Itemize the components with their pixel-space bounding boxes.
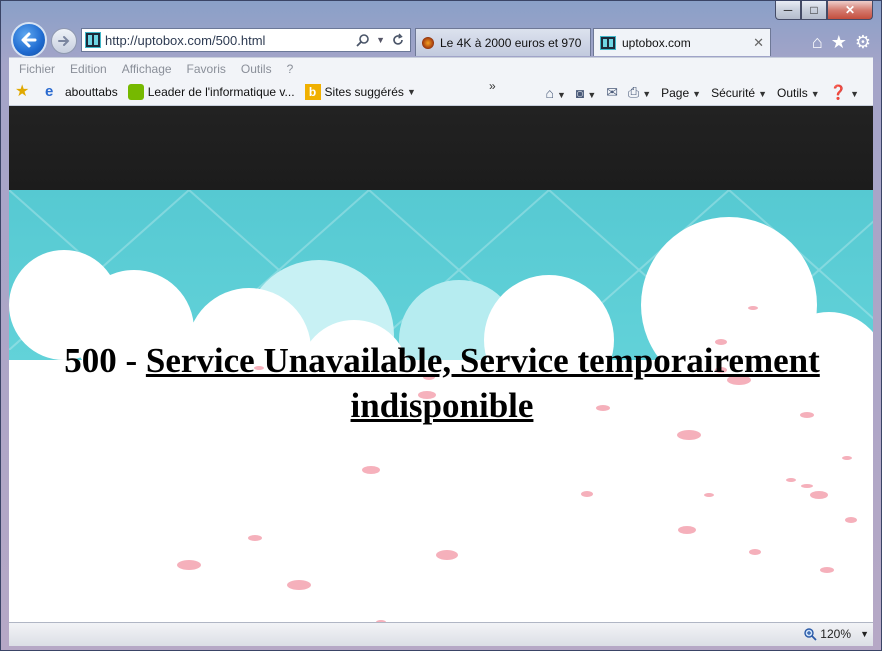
mail-command-button[interactable]: ✉ [606,84,618,101]
bing-icon: b [304,84,321,100]
window-controls: ─ □ ✕ [775,1,873,21]
gear-icon[interactable]: ⚙ [855,32,871,53]
home-icon: ⌂ [545,84,554,101]
forward-arrow-icon [58,36,70,46]
help-menu-button[interactable]: ❓ ▼ [830,84,859,101]
browser-right-icons: ⌂ ★ ⚙ [812,32,871,53]
address-dropdown-icon[interactable]: ▼ [376,35,385,45]
favorite-abouttabs[interactable]: e abouttabs [45,84,118,100]
menu-favoris[interactable]: Favoris [187,62,226,76]
navigation-row: http://uptobox.com/500.html ▼ Le 4K à 20… [1,19,881,58]
tab-favicon-icon [422,36,434,49]
address-tools: ▼ [356,33,410,47]
page-menu-label: Page [661,85,690,100]
minimize-button[interactable]: ─ [775,1,801,20]
close-tab-icon[interactable]: ✕ [753,35,764,51]
url-text[interactable]: http://uptobox.com/500.html [105,33,356,48]
favorites-add-star-icon: ★ [15,83,30,100]
maximize-button[interactable]: □ [801,1,827,20]
print-command-button[interactable]: ⎙ ▼ [628,84,651,101]
chevron-down-icon: ▼ [587,89,597,100]
tab-uptobox[interactable]: uptobox.com ✕ [593,28,771,56]
tools-menu-label: Outils [777,85,808,100]
menu-fichier[interactable]: Fichier [19,62,55,76]
page-menu-button[interactable]: Page ▼ [661,86,701,100]
nvidia-icon [127,84,144,100]
favorite-leader[interactable]: Leader de l'informatique v... [127,84,295,100]
menu-help[interactable]: ? [287,62,294,76]
favorite-label: Sites suggérés [324,85,404,99]
security-menu-button[interactable]: Sécurité ▼ [711,86,767,100]
tools-menu-button[interactable]: Outils ▼ [777,86,820,100]
chevron-down-icon: ▼ [692,88,702,99]
browser-window: ─ □ ✕ http://uptobox.com/500.html ▼ Le 4… [0,0,882,651]
forward-button[interactable] [51,28,77,54]
favorite-label: Leader de l'informatique v... [147,85,295,99]
zoom-magnifier-icon [804,627,817,641]
zoom-control[interactable]: 120% [804,627,851,641]
favorites-star-icon[interactable]: ★ [831,32,847,53]
page-content: 500 - Service Unavailable, Service tempo… [9,106,873,622]
close-window-button[interactable]: ✕ [827,1,873,20]
site-favicon [85,32,101,48]
favorite-label: abouttabs [65,85,118,99]
site-header [9,106,873,190]
search-icon[interactable] [356,33,370,47]
feeds-command-button[interactable]: ◙ ▼ [576,85,596,101]
add-favorites-button[interactable]: ★ [15,84,35,100]
menu-edition[interactable]: Edition [70,62,107,76]
chevron-down-icon: ▼ [556,89,566,100]
tab-label: Le 4K à 2000 euros et 970 ... [440,35,584,50]
help-icon: ❓ [829,84,848,100]
address-bar[interactable]: http://uptobox.com/500.html ▼ [81,28,411,52]
tab-label: uptobox.com [622,35,691,50]
status-bar: 120% ▼ [9,622,873,646]
rss-icon: ◙ [575,84,585,101]
refresh-icon[interactable] [391,33,405,47]
zoom-dropdown-icon[interactable]: ▼ [860,629,869,639]
security-menu-label: Sécurité [711,85,756,100]
chevron-down-icon: ▼ [406,87,416,97]
menu-bar: Fichier Edition Affichage Favoris Outils… [9,57,873,79]
menu-outils[interactable]: Outils [241,62,272,76]
printer-icon: ⎙ [628,84,640,100]
error-code: 500 - [64,341,146,380]
back-button[interactable] [11,22,47,58]
chevron-down-icon: ▼ [642,89,652,99]
ie-icon: e [45,83,54,100]
menu-affichage[interactable]: Affichage [122,62,172,76]
zoom-level: 120% [820,627,851,641]
chevron-down-icon: ▼ [810,88,820,99]
tab-le-4k[interactable]: Le 4K à 2000 euros et 970 ... [415,28,591,56]
back-arrow-icon [21,32,37,48]
command-bar: ⌂ ▼ ◙ ▼ ✉ ⎙ ▼ Page ▼ Sécurité ▼ Outils ▼ ❓ ▼ [545,79,859,106]
command-overflow-button[interactable]: » [489,79,496,93]
tab-favicon-icon [600,35,616,50]
home-command-button[interactable]: ⌂ ▼ [545,85,565,101]
favorite-sites-suggeres[interactable]: b Sites suggérés ▼ [304,84,416,100]
home-icon[interactable]: ⌂ [812,32,823,53]
mail-icon: ✉ [606,84,618,100]
favorites-bar: ★ e abouttabs Leader de l'informatique v… [9,79,873,106]
error-message-link[interactable]: Service Unavailable, Service temporairem… [146,341,820,425]
chevron-down-icon: ▼ [850,89,859,99]
chevron-down-icon: ▼ [758,88,768,99]
error-heading: 500 - Service Unavailable, Service tempo… [9,338,873,428]
